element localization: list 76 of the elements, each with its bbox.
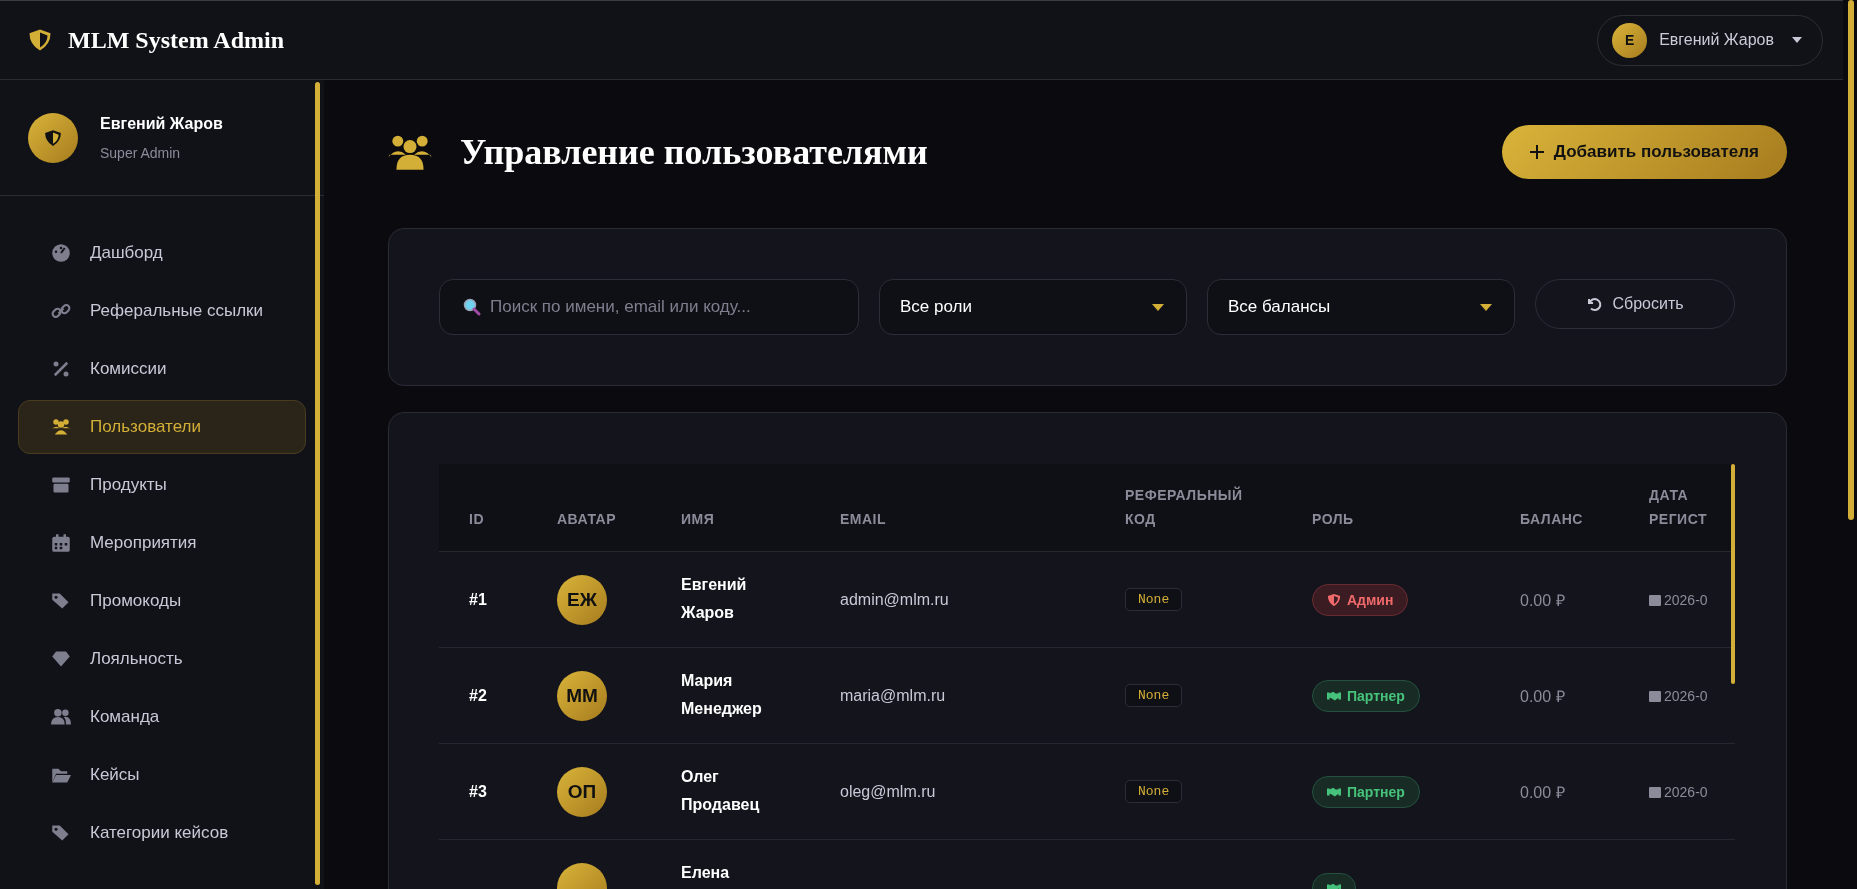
sidebar-item[interactable]: Дашборд bbox=[18, 226, 306, 280]
column-header: EMAIL bbox=[840, 510, 888, 529]
nav-icon bbox=[50, 417, 72, 437]
referral-code: None bbox=[1125, 780, 1183, 803]
user-name: Евгений Жаров bbox=[1659, 31, 1774, 49]
caret-icon bbox=[1152, 303, 1164, 311]
table-cell: #3 bbox=[469, 782, 487, 800]
table-cell: admin@mlm.ru bbox=[840, 590, 949, 608]
page-title: Управление пользователями bbox=[460, 131, 928, 173]
caret-icon bbox=[1792, 37, 1802, 43]
column-header: ИМЯ bbox=[681, 510, 716, 529]
sidebar-item[interactable]: Промокоды bbox=[18, 574, 306, 628]
plus-icon bbox=[1529, 145, 1544, 159]
nav-icon bbox=[50, 243, 72, 263]
sidebar-item[interactable]: Продукты bbox=[18, 458, 306, 512]
user-avatar: ММ bbox=[557, 670, 607, 721]
role-tag: Партнер bbox=[1312, 775, 1420, 808]
sidebar-item[interactable]: Кейсы bbox=[18, 748, 306, 802]
table-cell: 0.00 ₽ bbox=[1520, 687, 1565, 705]
filter-dropdown[interactable]: Все балансы bbox=[1207, 279, 1515, 335]
role-tag: Админ bbox=[1312, 583, 1409, 616]
table-cell: 0.00 ₽ bbox=[1520, 783, 1565, 801]
app-logo: MLM System Admin bbox=[68, 26, 284, 54]
filter-dropdown[interactable]: Все роли bbox=[879, 279, 1187, 335]
table-cell: 0.00 ₽ bbox=[1520, 591, 1565, 609]
table-cell-text: Евгений Жаров bbox=[681, 575, 748, 623]
nav-icon bbox=[50, 475, 72, 495]
table-cell-text: Олег Продавец bbox=[681, 767, 761, 815]
column-header: АВАТАР bbox=[557, 510, 618, 529]
shield-icon bbox=[28, 27, 52, 53]
scrollbar-thumb[interactable] bbox=[1731, 464, 1735, 684]
scrollbar-thumb[interactable] bbox=[1848, 0, 1854, 520]
sidebar-item[interactable]: Пользователи bbox=[18, 400, 306, 454]
referral-code: None bbox=[1125, 684, 1183, 707]
reset-button[interactable]: Сбросить bbox=[1535, 279, 1735, 329]
table-cell: maria@mlm.ru bbox=[840, 686, 946, 704]
nav-icon bbox=[50, 533, 72, 553]
profile-avatar bbox=[28, 112, 78, 163]
nav-icon bbox=[50, 707, 72, 727]
undo-icon bbox=[1586, 296, 1603, 312]
table-cell: 2026-0 bbox=[1649, 687, 1735, 704]
table-cell: oleg@mlm.ru bbox=[840, 782, 936, 800]
table-cell: 2026-0 bbox=[1649, 783, 1735, 800]
table-cell-text: Мария Менеджер bbox=[681, 671, 763, 719]
sidebar-item[interactable]: Лояльность bbox=[18, 632, 306, 686]
profile-role: Super Admin bbox=[100, 144, 182, 161]
user-avatar: Е bbox=[1612, 22, 1648, 58]
column-header: ID bbox=[468, 510, 485, 529]
referral-code: None bbox=[1125, 588, 1183, 611]
sidebar-item[interactable]: Мероприятия bbox=[18, 516, 306, 570]
sidebar-item[interactable]: Категории кейсов bbox=[18, 806, 306, 860]
nav-icon bbox=[50, 649, 72, 669]
scrollbar-thumb[interactable] bbox=[315, 82, 320, 885]
shield-icon bbox=[1327, 592, 1341, 607]
caret-icon bbox=[1480, 303, 1492, 311]
role-tag: Партнер bbox=[1312, 679, 1420, 712]
column-header: БАЛАНС bbox=[1520, 510, 1584, 529]
column-header: РОЛЬ bbox=[1312, 510, 1355, 529]
user-avatar: ЕЖ bbox=[557, 574, 607, 625]
sidebar-item[interactable]: Комиссии bbox=[18, 342, 306, 396]
column-header: ДАТА РЕГИСТ bbox=[1649, 486, 1708, 529]
users-icon bbox=[388, 133, 432, 171]
user-menu[interactable]: Е Евгений Жаров bbox=[1597, 14, 1823, 66]
column-header: РЕФЕРАЛЬНЫЙ КОД bbox=[1125, 485, 1244, 529]
sidebar-item[interactable]: Команда bbox=[18, 690, 306, 744]
table-cell: 2026-0 bbox=[1649, 591, 1735, 608]
nav-icon bbox=[50, 301, 72, 321]
profile-name: Евгений Жаров bbox=[100, 114, 223, 133]
table-cell: #1 bbox=[469, 590, 487, 608]
add-user-button[interactable]: Добавить пользователя bbox=[1501, 125, 1787, 179]
search-field[interactable]: Поиск по имени, email или коду... bbox=[439, 279, 859, 335]
table-cell: #2 bbox=[469, 686, 487, 704]
user-avatar: ОП bbox=[557, 766, 607, 817]
table-cell-text: Елена bbox=[681, 863, 731, 883]
sidebar-item[interactable]: Реферальные ссылки bbox=[18, 284, 306, 338]
search-icon bbox=[463, 298, 481, 316]
